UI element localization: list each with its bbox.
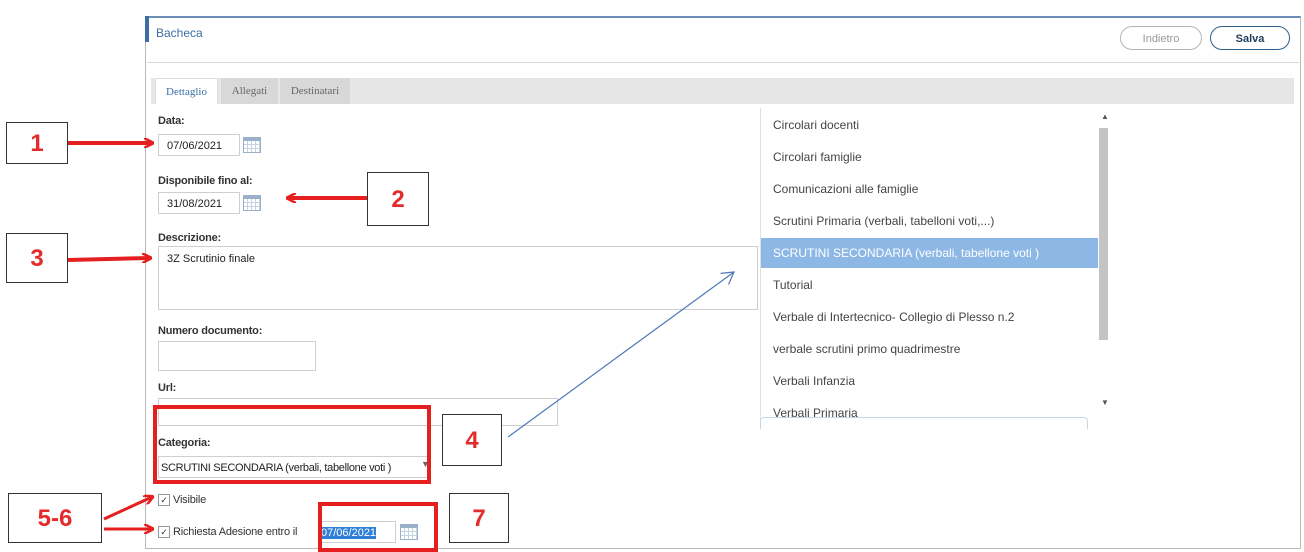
annotation-3: 3 [6, 233, 68, 283]
annotation-arrows [67, 0, 1304, 540]
annotation-1: 1 [6, 122, 68, 164]
annotation-7: 7 [449, 493, 509, 543]
annotation-2: 2 [367, 172, 429, 226]
annotation-5-6: 5-6 [8, 493, 102, 543]
annotation-4: 4 [442, 414, 502, 466]
arrow-icon [507, 272, 734, 438]
arrow-icon [67, 258, 150, 260]
arrow-icon [103, 497, 152, 521]
